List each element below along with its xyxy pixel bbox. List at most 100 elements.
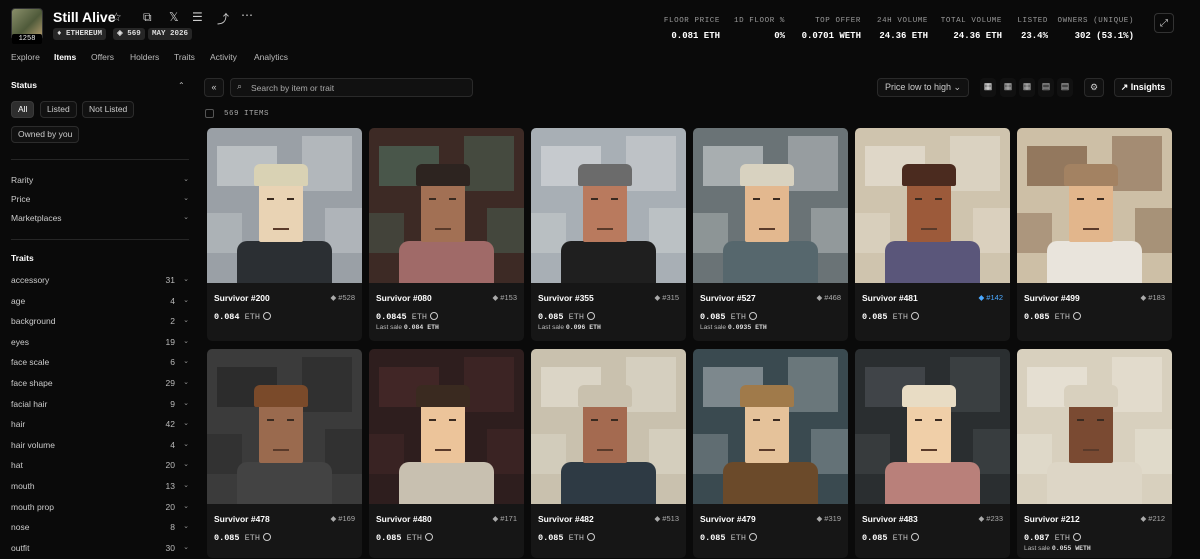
tab-traits[interactable]: Traits xyxy=(174,52,195,62)
search-input[interactable] xyxy=(251,81,466,94)
tab-items[interactable]: Items xyxy=(54,52,76,62)
trait-row[interactable]: hair 42 ⌄ xyxy=(11,419,189,435)
rarity-rank: ◆ #142 xyxy=(978,293,1003,302)
tab-holders[interactable]: Holders xyxy=(130,52,159,62)
tab-bar: Explore Items Offers Holders Traits Acti… xyxy=(0,46,1200,70)
filter-marketplaces[interactable]: Marketplaces ⌄ xyxy=(11,213,189,229)
nft-image[interactable] xyxy=(531,349,686,504)
trait-row[interactable]: facial hair 9 ⌄ xyxy=(11,399,189,415)
item-card[interactable]: Survivor #212 ◆ #212 0.087 ETH Last sale… xyxy=(1017,349,1172,558)
trait-row[interactable]: eyes 19 ⌄ xyxy=(11,337,189,353)
item-card[interactable]: Survivor #483 ◆ #233 0.085 ETH xyxy=(855,349,1010,558)
chain-chip: ♦ ETHEREUM xyxy=(53,28,107,40)
item-card[interactable]: Survivor #481 ◆ #142 0.085 ETH xyxy=(855,128,1010,341)
nft-image[interactable] xyxy=(369,128,524,283)
item-card[interactable]: Survivor #478 ◆ #169 0.085 ETH xyxy=(207,349,362,558)
nft-image[interactable] xyxy=(1017,349,1172,504)
nft-image[interactable] xyxy=(693,349,848,504)
trait-row[interactable]: hair volume 4 ⌄ xyxy=(11,440,189,456)
marketplace-icon xyxy=(1072,312,1081,320)
menu-icon[interactable]: ☰ xyxy=(192,10,203,24)
insights-button[interactable]: ↗ Insights xyxy=(1114,78,1172,97)
share-icon[interactable]: ⤴ xyxy=(217,10,229,27)
trait-row[interactable]: background 2 ⌄ xyxy=(11,316,189,332)
nft-image[interactable] xyxy=(369,349,524,504)
item-price: 0.084 ETH xyxy=(214,312,271,322)
x-icon[interactable]: 𝕏 xyxy=(169,10,179,24)
nft-image[interactable] xyxy=(1017,128,1172,283)
trait-count: 4 xyxy=(170,295,175,306)
diamond-icon: ◆ xyxy=(654,293,661,302)
trait-row[interactable]: mouth prop 20 ⌄ xyxy=(11,502,189,518)
diamond-icon: ◆ xyxy=(654,514,661,523)
trait-row[interactable]: mouth 13 ⌄ xyxy=(11,481,189,497)
chevron-up-icon[interactable]: ⌃ xyxy=(178,81,185,90)
marketplace-icon xyxy=(1072,533,1081,541)
item-card[interactable]: Survivor #527 ◆ #468 0.085 ETH Last sale… xyxy=(693,128,848,341)
item-card[interactable]: Survivor #482 ◆ #513 0.085 ETH xyxy=(531,349,686,558)
last-sale: Last sale 0.096 ETH xyxy=(538,324,601,331)
tab-analytics[interactable]: Analytics xyxy=(254,52,288,62)
tab-activity[interactable]: Activity xyxy=(210,52,237,62)
nft-image[interactable] xyxy=(693,128,848,283)
status-listed[interactable]: Listed xyxy=(40,101,77,118)
trait-row[interactable]: outfit 30 ⌄ xyxy=(11,543,189,559)
trait-count: 6 xyxy=(170,357,175,368)
grid-small-icon[interactable]: ▦ xyxy=(1019,78,1035,97)
nft-image[interactable] xyxy=(855,128,1010,283)
item-card[interactable]: Survivor #080 ◆ #153 0.0845 ETH Last sal… xyxy=(369,128,524,341)
trait-count: 31 xyxy=(165,275,175,285)
status-all[interactable]: All xyxy=(11,101,35,118)
chevron-down-icon: ⌄ xyxy=(183,399,189,407)
rarity-rank: ◆ #169 xyxy=(330,514,355,523)
tab-offers[interactable]: Offers xyxy=(91,52,114,62)
item-card[interactable]: Survivor #355 ◆ #315 0.085 ETH Last sale… xyxy=(531,128,686,341)
trait-row[interactable]: age 4 ⌄ xyxy=(11,296,189,312)
trait-row[interactable]: face shape 29 ⌄ xyxy=(11,378,189,394)
status-not-listed[interactable]: Not Listed xyxy=(82,101,135,118)
diamond-icon: ◆ xyxy=(816,514,823,523)
filter-rarity[interactable]: Rarity ⌄ xyxy=(11,175,189,191)
trait-row[interactable]: nose 8 ⌄ xyxy=(11,522,189,538)
item-card[interactable]: Survivor #499 ◆ #183 0.085 ETH xyxy=(1017,128,1172,341)
filter-price[interactable]: Price ⌄ xyxy=(11,194,189,210)
nft-image[interactable] xyxy=(531,128,686,283)
trait-count: 8 xyxy=(170,522,175,533)
diamond-icon: ◆ xyxy=(1140,293,1147,302)
diamond-icon: ◆ xyxy=(1140,514,1147,523)
search-box[interactable]: ⌕ xyxy=(230,78,473,97)
nft-image[interactable] xyxy=(207,128,362,283)
items-chip: ◈ 569 xyxy=(113,28,145,40)
expand-icon[interactable]: ⤢ xyxy=(1154,13,1174,33)
trait-row[interactable]: accessory 31 ⌄ xyxy=(11,275,189,291)
tab-explore[interactable]: Explore xyxy=(11,52,40,62)
list-icon[interactable]: ▤ xyxy=(1038,78,1054,97)
rarity-rank: ◆ #233 xyxy=(978,514,1003,523)
marketplace-icon xyxy=(586,533,595,541)
divider xyxy=(11,159,189,160)
more-icon[interactable]: ⋯ xyxy=(241,8,253,22)
settings-icon[interactable]: ⚙ xyxy=(1084,78,1104,97)
trait-row[interactable]: face scale 6 ⌄ xyxy=(11,357,189,373)
trait-name: facial hair xyxy=(11,398,48,409)
trait-name: hair xyxy=(11,419,26,430)
select-all-checkbox[interactable] xyxy=(205,109,214,118)
copy-icon[interactable]: ⧉ xyxy=(143,10,152,25)
star-icon[interactable]: ☆ xyxy=(111,10,122,24)
item-card[interactable]: Survivor #480 ◆ #171 0.085 ETH xyxy=(369,349,524,558)
status-owned-by-you[interactable]: Owned by you xyxy=(11,126,80,143)
status-heading[interactable]: Status xyxy=(11,80,37,90)
trait-row[interactable]: hat 20 ⌄ xyxy=(11,460,189,476)
grid-large-icon[interactable]: ▦ xyxy=(980,78,996,97)
nft-image[interactable] xyxy=(855,349,1010,504)
last-sale: Last sale 0.055 WETH xyxy=(1024,545,1091,552)
nft-image[interactable] xyxy=(207,349,362,504)
sort-dropdown[interactable]: Price low to high ⌄ xyxy=(877,78,969,97)
grid-medium-icon[interactable]: ▦ xyxy=(1000,78,1016,97)
item-card[interactable]: Survivor #200 ◆ #528 0.084 ETH xyxy=(207,128,362,341)
table-icon[interactable]: ▤ xyxy=(1057,78,1073,97)
collapse-sidebar-button[interactable]: « xyxy=(204,78,224,97)
item-card[interactable]: Survivor #479 ◆ #319 0.085 ETH xyxy=(693,349,848,558)
stat-listed: LISTED 23.4% xyxy=(1017,16,1048,41)
item-name: Survivor #481 xyxy=(862,293,918,303)
